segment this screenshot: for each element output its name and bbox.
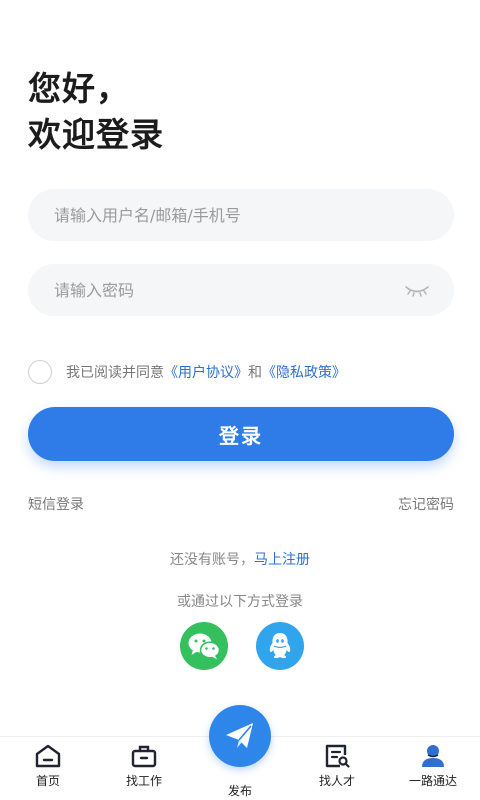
tab-find-job[interactable]: 找工作	[109, 743, 179, 789]
tab-home-label: 首页	[35, 774, 60, 788]
page-title: 您好， 欢迎登录	[28, 66, 164, 158]
user-agreement-link[interactable]: 《用户协议》	[164, 362, 248, 382]
greeting-line-2: 欢迎登录	[28, 115, 164, 154]
home-icon	[35, 744, 61, 768]
briefcase-icon	[131, 745, 157, 768]
tab-home[interactable]: 首页	[13, 743, 83, 789]
wechat-login-button[interactable]	[180, 622, 228, 670]
qq-icon	[269, 633, 291, 659]
paper-plane-icon	[226, 723, 253, 748]
tab-publish-label: 发布	[227, 784, 252, 798]
username-field-container	[28, 189, 454, 241]
forgot-password-link[interactable]: 忘记密码	[398, 494, 454, 514]
profile-icon	[422, 745, 444, 767]
sms-login-link[interactable]: 短信登录	[28, 494, 84, 514]
username-input[interactable]	[28, 189, 454, 241]
tab-find-job-label: 找工作	[125, 774, 162, 788]
tab-publish[interactable]: 发布	[205, 779, 275, 799]
privacy-policy-link[interactable]: 《隐私政策》	[262, 362, 346, 382]
password-field-container	[28, 264, 454, 316]
wechat-icon	[188, 633, 221, 660]
greeting-line-1: 您好，	[28, 69, 130, 108]
qq-login-button[interactable]	[256, 622, 304, 670]
tab-profile[interactable]: 一路通达	[398, 743, 468, 789]
register-row: 还没有账号，马上注册	[0, 549, 480, 569]
agreement-prefix: 我已阅读并同意	[66, 365, 164, 381]
login-button[interactable]: 登录	[28, 407, 454, 461]
agreement-and: 和	[248, 365, 262, 381]
eye-closed-icon[interactable]	[404, 280, 430, 300]
resume-search-icon	[325, 744, 350, 768]
tab-find-talent-label: 找人才	[318, 774, 355, 788]
tab-find-talent[interactable]: 找人才	[302, 743, 372, 789]
tab-profile-label: 一路通达	[408, 774, 457, 788]
publish-button[interactable]	[209, 705, 271, 767]
password-input[interactable]	[28, 264, 454, 316]
agreement-row: 我已阅读并同意 《用户协议》 和 《隐私政策》	[28, 360, 346, 384]
other-login-label: 或通过以下方式登录	[177, 594, 303, 610]
register-link[interactable]: 马上注册	[254, 552, 310, 568]
register-prompt: 还没有账号，	[170, 552, 254, 568]
agreement-checkbox[interactable]	[28, 360, 52, 384]
